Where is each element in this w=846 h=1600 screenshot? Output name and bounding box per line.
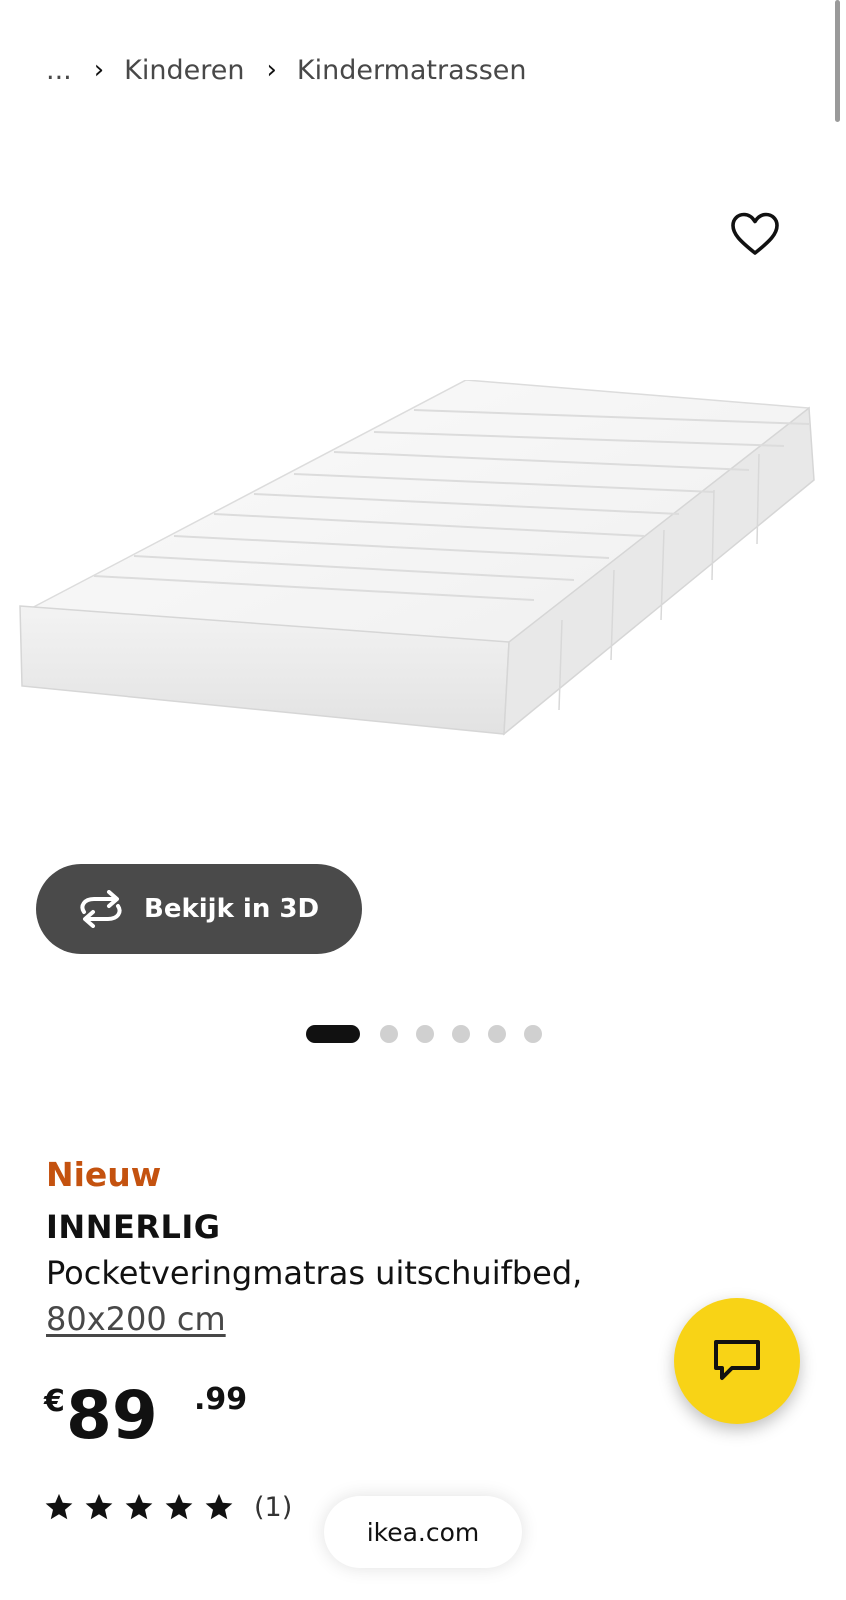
star-icon — [45, 1493, 73, 1520]
scrollbar[interactable] — [835, 0, 840, 122]
pagination-dot[interactable] — [488, 1025, 506, 1043]
chevron-right-icon: › — [266, 55, 277, 85]
product-description: Pocketveringmatras uitschuifbed, — [46, 1254, 583, 1292]
breadcrumb-item-kinderen[interactable]: Kinderen — [124, 55, 244, 86]
price-decimals: .99 — [194, 1382, 248, 1417]
breadcrumb-item-kindermatrassen[interactable]: Kindermatrassen — [297, 55, 527, 86]
product-size-link[interactable]: 80x200 cm — [46, 1300, 226, 1338]
product-name: INNERLIG — [46, 1208, 221, 1246]
pagination-dot[interactable] — [524, 1025, 542, 1043]
view-in-3d-label: Bekijk in 3D — [144, 894, 320, 924]
product-rating[interactable]: (1) — [44, 1490, 292, 1524]
rotate-arrows-icon — [80, 890, 122, 928]
new-badge: Nieuw — [46, 1155, 162, 1194]
chat-bubble-icon — [714, 1340, 760, 1380]
breadcrumb: ... › Kinderen › Kindermatrassen — [46, 52, 527, 88]
heart-outline-icon[interactable] — [730, 212, 780, 256]
browser-address-bar[interactable]: ikea.com — [324, 1496, 522, 1568]
price-integer: 89 — [66, 1377, 158, 1454]
star-icon — [85, 1493, 113, 1520]
pagination-dot-active[interactable] — [306, 1025, 360, 1043]
gallery-pagination — [306, 1025, 560, 1043]
rating-count: (1) — [254, 1491, 293, 1523]
star-icon — [125, 1493, 153, 1520]
view-in-3d-button[interactable]: Bekijk in 3D — [36, 864, 362, 954]
pagination-dot[interactable] — [452, 1025, 470, 1043]
star-icon — [205, 1493, 233, 1520]
pagination-dot[interactable] — [380, 1025, 398, 1043]
pagination-dot[interactable] — [416, 1025, 434, 1043]
browser-domain: ikea.com — [366, 1517, 480, 1547]
price-currency: € — [44, 1384, 65, 1419]
star-icon — [165, 1493, 193, 1520]
chat-button[interactable] — [674, 1298, 800, 1424]
chevron-right-icon: › — [93, 55, 105, 85]
breadcrumb-ellipsis[interactable]: ... — [46, 55, 72, 86]
product-image-mattress — [19, 380, 815, 736]
